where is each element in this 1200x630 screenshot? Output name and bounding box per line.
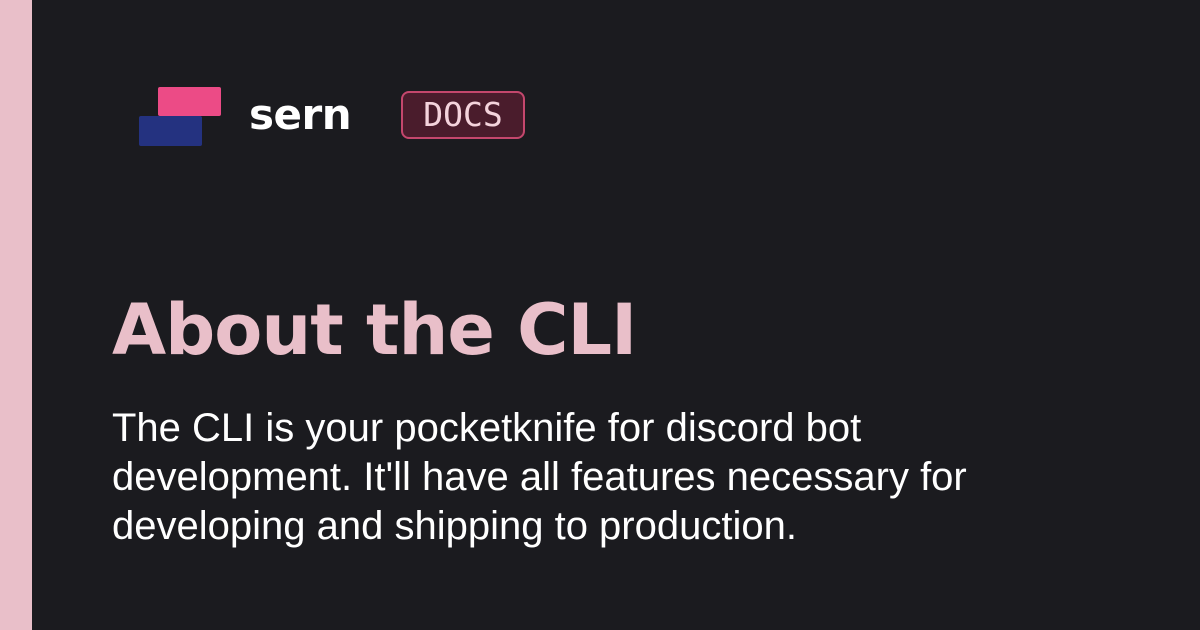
sern-logo-icon xyxy=(139,86,223,148)
logo-bar-pink xyxy=(158,87,221,116)
page-title: About the CLI xyxy=(112,289,637,371)
docs-badge: DOCS xyxy=(401,91,525,139)
page-description: The CLI is your pocketknife for discord … xyxy=(112,406,967,548)
logo-bar-blue xyxy=(139,116,202,146)
brand-name: sern xyxy=(249,90,352,139)
accent-strip xyxy=(0,0,32,630)
